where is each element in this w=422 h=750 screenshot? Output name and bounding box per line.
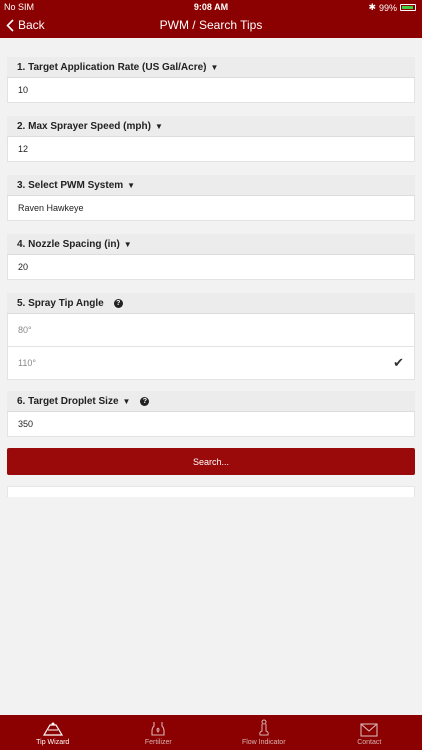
tab-bar: Tip Wizard Fertilizer Flow Indicator Con… [0,715,422,750]
application-rate-dropdown[interactable]: 1. Target Application Rate (US Gal/Acre)… [7,57,415,78]
section-spray-tip-angle: 5. Spray Tip Angle ? 80° 110° ✔ [7,293,415,380]
spray-tip-option-80[interactable]: 80° [7,314,415,347]
caret-down-icon: ▼ [210,62,219,72]
envelope-icon [360,723,378,737]
application-rate-field[interactable]: 10 [7,78,415,103]
tab-flow-indicator[interactable]: Flow Indicator [211,715,317,750]
caret-down-icon: ▼ [122,396,131,406]
section-application-rate: 1. Target Application Rate (US Gal/Acre)… [7,57,415,103]
page-title: PWM / Search Tips [159,18,263,32]
section-label: 2. Max Sprayer Speed (mph) [17,120,151,132]
section-label: 3. Select PWM System [17,179,124,191]
checkmark-icon: ✔ [393,355,404,370]
tab-label: Contact [357,739,382,746]
option-label: 80° [18,325,32,335]
pwm-system-field[interactable]: Raven Hawkeye [7,196,415,221]
section-label: 4. Nozzle Spacing (in) [17,238,120,250]
pwm-system-dropdown[interactable]: 3. Select PWM System ▼ [7,175,415,196]
sprayer-icon [42,722,63,736]
droplet-size-field[interactable]: 350 [7,412,415,437]
sprayer-speed-field[interactable]: 12 [7,137,415,162]
battery-icon [400,4,416,11]
nozzle-spacing-dropdown[interactable]: 4. Nozzle Spacing (in) ▼ [7,234,415,255]
section-pwm-system: 3. Select PWM System ▼ Raven Hawkeye [7,175,415,221]
caret-down-icon: ▼ [127,180,136,190]
tab-fertilizer[interactable]: Fertilizer [106,715,212,750]
status-right: ✱ 99% [368,2,416,13]
spray-tip-option-110[interactable]: 110° ✔ [7,347,415,380]
help-icon[interactable]: ? [140,396,150,406]
flow-indicator-icon [259,719,269,736]
tab-label: Fertilizer [144,739,172,746]
section-droplet-size: 6. Target Droplet Size ▼ ? 350 [7,391,415,437]
spray-tip-angle-header: 5. Spray Tip Angle ? [7,293,415,314]
form-content: 1. Target Application Rate (US Gal/Acre)… [0,38,422,497]
bluetooth-icon: ✱ [368,2,376,12]
section-nozzle-spacing: 4. Nozzle Spacing (in) ▼ 20 [7,234,415,280]
help-icon[interactable]: ? [113,298,123,308]
tab-label: Flow Indicator [241,739,286,746]
nav-bar: Back PWM / Search Tips [0,14,422,38]
droplet-size-dropdown[interactable]: 6. Target Droplet Size ▼ ? [7,391,415,412]
search-button[interactable]: Search... [7,448,415,475]
tab-tip-wizard[interactable]: Tip Wizard [0,715,106,750]
section-sprayer-speed: 2. Max Sprayer Speed (mph) ▼ 12 [7,116,415,162]
caret-down-icon: ▼ [154,121,163,131]
sprayer-speed-dropdown[interactable]: 2. Max Sprayer Speed (mph) ▼ [7,116,415,137]
tab-contact[interactable]: Contact [317,715,422,750]
battery-percent: 99% [378,2,397,13]
option-label: 110° [18,358,36,368]
section-label: 1. Target Application Rate (US Gal/Acre) [17,61,207,73]
section-label: 6. Target Droplet Size [17,395,119,407]
fertilizer-icon [151,722,165,736]
status-bar: No SIM 9:08 AM ✱ 99% [0,0,422,14]
caret-down-icon: ▼ [123,239,132,249]
tab-label: Tip Wizard [36,739,70,746]
results-area [7,486,415,497]
nozzle-spacing-field[interactable]: 20 [7,255,415,280]
status-time: 9:08 AM [193,2,229,12]
section-label: 5. Spray Tip Angle [17,297,104,309]
